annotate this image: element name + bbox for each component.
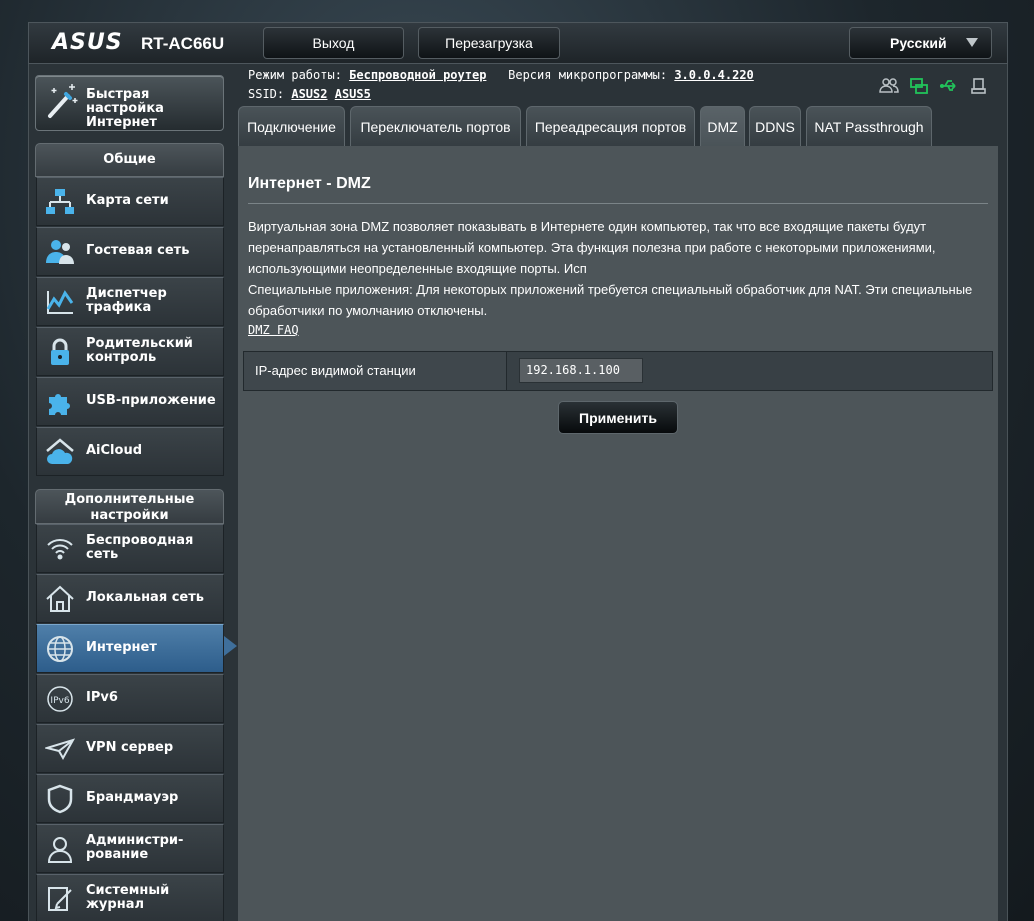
svg-text:IPv6: IPv6 xyxy=(50,696,69,706)
model-name: RT-AC66U xyxy=(141,34,225,53)
sidebar-item-parental-control[interactable]: Родительский контроль xyxy=(36,327,224,376)
exposed-station-ip-row: IP-адрес видимой станции 192.168.1.100 xyxy=(243,351,993,391)
sidebar-item-label: Брандмауэр xyxy=(86,790,179,805)
sidebar-item-label: AiCloud xyxy=(86,443,143,458)
ssid-link-2[interactable]: ASUS5 xyxy=(335,87,371,101)
usb-status-icon[interactable] xyxy=(939,76,959,96)
tab-ddns[interactable]: DDNS xyxy=(749,106,801,146)
logout-button[interactable]: Выход xyxy=(263,27,404,59)
description-line: Специальные приложения: Для некоторых пр… xyxy=(248,282,973,297)
sidebar-item-system-log[interactable]: Системный журнал xyxy=(36,874,224,921)
mode-link[interactable]: Беспроводной роутер xyxy=(349,68,486,82)
exposed-station-ip-label: IP-адрес видимой станции xyxy=(244,352,507,390)
puzzle-icon xyxy=(49,394,70,415)
sidebar-item-label: Карта сети xyxy=(86,193,169,208)
ipv6-icon: IPv6 xyxy=(47,686,73,712)
sidebar-item-label: Диспетчер трафика xyxy=(86,286,167,315)
ssid-line: SSID: ASUS2 ASUS5 xyxy=(248,87,371,101)
sidebar-item-label: USB-приложение xyxy=(86,393,216,408)
magic-wand-icon xyxy=(48,84,78,118)
tab-dmz[interactable]: DMZ xyxy=(700,106,745,146)
sidebar-item-traffic-manager[interactable]: Диспетчер трафика xyxy=(36,277,224,326)
general-section-header: Общие xyxy=(35,143,224,177)
sidebar-item-label: Родительский контроль xyxy=(86,336,193,365)
sidebar-item-vpn-server[interactable]: VPN сервер xyxy=(36,724,224,773)
home-icon xyxy=(46,585,74,612)
aicloud-icon xyxy=(46,438,74,464)
reboot-button[interactable]: Перезагрузка xyxy=(418,27,560,59)
sidebar-item-administration[interactable]: Администри-рование xyxy=(36,824,224,873)
tab-port-forwarding[interactable]: Переадресация портов xyxy=(526,106,695,146)
sidebar-item-usb-app[interactable]: USB-приложение xyxy=(36,377,224,426)
ssid-link-1[interactable]: ASUS2 xyxy=(291,87,327,101)
sidebar-item-firewall[interactable]: Брандмауэр xyxy=(36,774,224,823)
printer-status-icon[interactable] xyxy=(969,76,989,96)
active-item-pointer xyxy=(224,636,237,656)
ssid-label: SSID: xyxy=(248,87,285,101)
tab-connection[interactable]: Подключение xyxy=(238,106,345,146)
sidebar-item-label: IPv6 xyxy=(86,690,118,705)
dmz-faq-link[interactable]: DMZ FAQ xyxy=(248,323,299,337)
lock-icon xyxy=(51,338,69,365)
quick-setup-label: Быстрая настройка Интернет xyxy=(86,87,164,130)
firmware-link[interactable]: 3.0.0.4.220 xyxy=(674,68,753,82)
network-map-icon xyxy=(46,189,74,214)
exposed-station-ip-input[interactable]: 192.168.1.100 xyxy=(519,358,643,383)
sidebar-item-lan[interactable]: Локальная сеть xyxy=(36,574,224,623)
mode-label: Режим работы: xyxy=(248,68,342,82)
apply-button[interactable]: Применить xyxy=(558,401,678,434)
sidebar-item-internet[interactable]: Интернет xyxy=(36,624,224,673)
sidebar-item-network-map[interactable]: Карта сети xyxy=(36,177,224,226)
user-admin-icon xyxy=(47,837,73,863)
sidebar-item-aicloud[interactable]: AiCloud xyxy=(36,427,224,476)
description-line: обработчики по умолчанию отключены. xyxy=(248,303,488,318)
sidebar-item-ipv6[interactable]: IPv6 IPv6 xyxy=(36,674,224,723)
guest-network-icon xyxy=(46,240,74,264)
traffic-manager-icon xyxy=(46,290,74,314)
sidebar-item-label: Беспроводная сеть xyxy=(86,533,194,562)
system-log-icon xyxy=(48,887,72,911)
sidebar-item-label: Системный журнал xyxy=(86,883,170,912)
description-line: перенаправляться на установленный компью… xyxy=(248,240,936,255)
advanced-section-header: Дополнительные настройки xyxy=(35,489,224,524)
dmz-description: Виртуальная зона DMZ позволяет показыват… xyxy=(248,216,988,321)
operation-mode-line: Режим работы: Беспроводной роутер Версия… xyxy=(248,68,754,82)
language-select[interactable]: Русский xyxy=(849,27,992,59)
description-line: использующими неопределенные входящие по… xyxy=(248,261,587,276)
title-divider xyxy=(248,203,988,204)
asus-logo: ASUS xyxy=(52,30,123,55)
language-value: Русский xyxy=(890,35,947,51)
tab-nat-passthrough[interactable]: NAT Passthrough xyxy=(806,106,932,146)
clients-icon[interactable] xyxy=(879,76,899,96)
shield-icon xyxy=(47,784,73,814)
wireless-icon xyxy=(47,539,73,560)
sidebar-item-label: Гостевая сеть xyxy=(86,243,190,258)
description-line: Виртуальная зона DMZ позволяет показыват… xyxy=(248,219,927,234)
sidebar-item-label: Интернет xyxy=(86,640,157,655)
globe-icon xyxy=(47,636,73,662)
chevron-down-icon xyxy=(966,38,978,47)
internet-status-icon[interactable] xyxy=(909,76,929,96)
sidebar-item-guest-network[interactable]: Гостевая сеть xyxy=(36,227,224,276)
tab-port-trigger[interactable]: Переключатель портов xyxy=(350,106,521,146)
firmware-label: Версия микропрограммы: xyxy=(508,68,668,82)
vpn-icon xyxy=(45,738,75,761)
page-title: Интернет - DMZ xyxy=(248,175,371,192)
sidebar-item-label: VPN сервер xyxy=(86,740,174,755)
quick-internet-setup-button[interactable]: Быстрая настройка Интернет xyxy=(35,75,224,131)
sidebar-item-label: Локальная сеть xyxy=(86,590,204,605)
sidebar-item-wireless[interactable]: Беспроводная сеть xyxy=(36,524,224,573)
sidebar-item-label: Администри-рование xyxy=(86,833,184,862)
